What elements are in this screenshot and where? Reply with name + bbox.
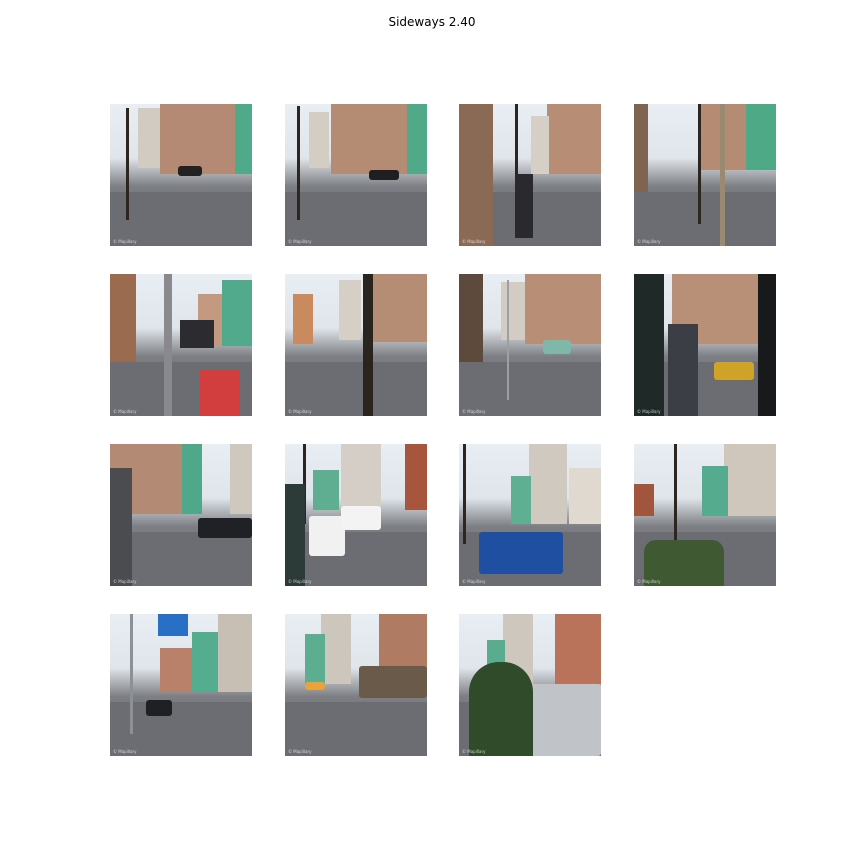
street-photo-4: © Mapillary [634, 104, 776, 246]
street-photo-14: © Mapillary [285, 614, 427, 756]
street-photo-13: © Mapillary [110, 614, 252, 756]
street-photo-8: © Mapillary [634, 274, 776, 416]
street-photo-6: © Mapillary [285, 274, 427, 416]
street-photo-7: © Mapillary [459, 274, 601, 416]
street-photo-9: © Mapillary [110, 444, 252, 586]
street-photo-3: © Mapillary [459, 104, 601, 246]
street-photo-5: © Mapillary [110, 274, 252, 416]
street-photo-10: © Mapillary [285, 444, 427, 586]
street-photo-2: © Mapillary [285, 104, 427, 246]
street-photo-1: © Mapillary [110, 104, 252, 246]
street-photo-12: © Mapillary [634, 444, 776, 586]
street-photo-11: © Mapillary [459, 444, 601, 586]
street-photo-15: © Mapillary [459, 614, 601, 756]
image-grid: © Mapillary © Mapillary © Mapillary © Ma… [0, 0, 864, 864]
